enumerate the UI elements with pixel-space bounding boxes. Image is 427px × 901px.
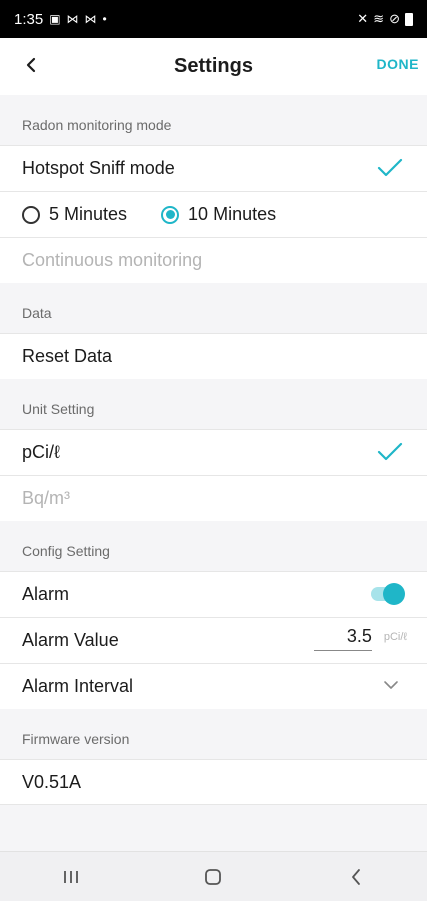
settings-list: Radon monitoring mode Hotspot Sniff mode…: [0, 95, 427, 851]
section-header-firmware: Firmware version: [0, 709, 427, 759]
reset-data-label: Reset Data: [22, 346, 113, 366]
back-button[interactable]: [18, 52, 44, 78]
gallery-notification-icon: ▣: [49, 12, 61, 26]
alarm-interval-label: Alarm Interval: [22, 676, 134, 696]
interval-radio-group: 5 Minutes 10 Minutes: [22, 204, 310, 225]
section-header-unit: Unit Setting: [0, 379, 427, 429]
hotspot-sniff-mode-label: Hotspot Sniff mode: [22, 158, 175, 178]
unit-row-bq[interactable]: Bq/m³: [0, 475, 427, 521]
status-bar: 1:35 ▣ ⋈ ⋈ • ✕ ≋ ⊘: [0, 0, 427, 38]
status-right: ✕ ≋ ⊘: [357, 11, 413, 27]
home-button[interactable]: [193, 857, 233, 897]
mail-notification-icon-2: ⋈: [84, 12, 97, 26]
radio-label-5-minutes: 5 Minutes: [49, 204, 128, 224]
alarm-value-label: Alarm Value: [22, 630, 119, 650]
app-header: Settings DONE: [0, 38, 427, 95]
recents-icon: [64, 870, 79, 883]
hotspot-sniff-mode-row[interactable]: Hotspot Sniff mode: [0, 145, 427, 191]
radio-option-5-minutes[interactable]: 5 Minutes: [22, 204, 127, 225]
continuous-monitoring-row[interactable]: Continuous monitoring: [0, 237, 427, 283]
status-left: 1:35 ▣ ⋈ ⋈ •: [14, 11, 107, 28]
alarm-value-input[interactable]: 3.5: [313, 626, 372, 651]
unit-row-pci[interactable]: pCi/ℓ: [0, 429, 427, 475]
home-icon: [205, 868, 222, 885]
unit-label-pci: pCi/ℓ: [22, 442, 60, 462]
dnd-icon: ⊘: [389, 11, 400, 26]
radio-button-5-minutes[interactable]: [22, 205, 40, 224]
alarm-label: Alarm: [22, 584, 70, 604]
radio-button-10-minutes[interactable]: [161, 205, 180, 224]
alarm-row: Alarm: [0, 571, 427, 617]
system-nav-bar: [0, 851, 427, 901]
radio-label-10-minutes: 10 Minutes: [188, 204, 277, 224]
unit-label-bq: Bq/m³: [22, 488, 71, 508]
mute-icon: ✕: [357, 11, 369, 26]
radio-option-10-minutes[interactable]: 10 Minutes: [161, 204, 276, 225]
alarm-toggle[interactable]: [371, 583, 405, 605]
back-arrow-icon: [351, 868, 360, 885]
toggle-knob: [383, 583, 405, 605]
alarm-value-wrap: 3.5 pCi/ℓ: [313, 626, 407, 651]
recents-button[interactable]: [51, 857, 91, 897]
alarm-interval-row[interactable]: Alarm Interval: [0, 663, 427, 709]
section-header-config: Config Setting: [0, 521, 427, 571]
check-icon: [377, 442, 403, 461]
alarm-value-row: Alarm Value 3.5 pCi/ℓ: [0, 617, 427, 663]
check-icon: [377, 158, 403, 177]
continuous-monitoring-label: Continuous monitoring: [22, 250, 203, 270]
interval-radio-row: 5 Minutes 10 Minutes: [0, 191, 427, 237]
wifi-icon: ≋: [373, 11, 385, 26]
firmware-version: V0.51A: [22, 771, 82, 792]
done-button[interactable]: DONE: [377, 56, 419, 72]
reset-data-row[interactable]: Reset Data: [0, 333, 427, 379]
page-title: Settings: [174, 55, 253, 77]
section-header-data: Data: [0, 283, 427, 333]
system-back-button[interactable]: [336, 857, 376, 897]
section-header-radon: Radon monitoring mode: [0, 95, 427, 145]
clock: 1:35: [14, 10, 44, 28]
mail-notification-icon: ⋈: [66, 12, 79, 26]
chevron-down-icon: [384, 681, 398, 689]
more-notifications-icon: •: [102, 12, 107, 26]
alarm-unit-label: pCi/ℓ: [383, 631, 407, 643]
chevron-left-icon: [26, 57, 36, 73]
battery-icon: [405, 12, 413, 26]
firmware-row: V0.51A: [0, 759, 427, 805]
